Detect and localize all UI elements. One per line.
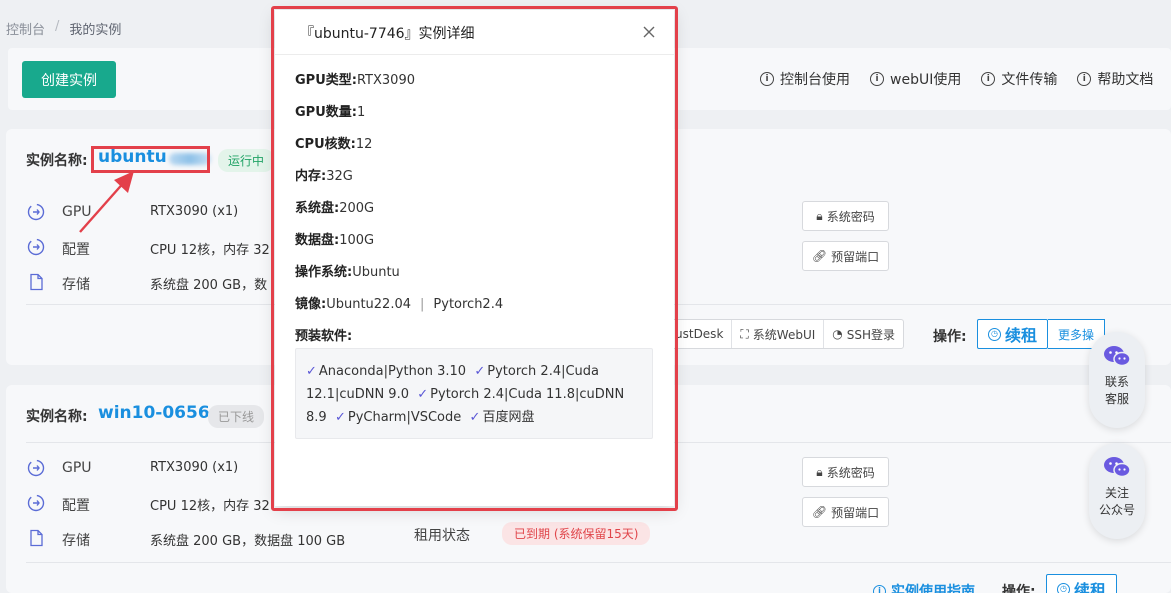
webui-button[interactable]: ⛶ 系统WebUI [732,320,825,348]
reserved-port-button[interactable]: 🔗︎ 预留端口 [802,241,889,271]
spec-label-storage: 存储 [62,533,90,549]
link-icon: 🔗︎ [811,249,828,263]
spec-value-gpu: RTX3090 (x1) [150,460,239,475]
info-icon: i [1077,72,1092,86]
spec-value-config: CPU 12核，内存 32 [150,243,270,258]
renew-button[interactable]: ◷ 续租 [977,319,1049,349]
spec-label-storage: 存储 [62,277,90,293]
expand-icon: ⛶ [740,326,749,341]
highlight-box [271,6,678,511]
wechat-icon [1104,346,1131,367]
ops-label: 操作: [933,329,967,345]
breadcrumb-root[interactable]: 控制台 [6,19,45,38]
spec-value-config: CPU 12核，内存 32 [150,499,270,514]
link-icon: 🔗︎ [811,505,828,519]
file-icon [30,273,43,291]
system-password-button[interactable]: 🔒︎ 系统密码 [802,201,889,231]
ops-label: 操作: [1002,584,1036,593]
spec-label-config: 配置 [62,242,90,258]
spec-label-config: 配置 [62,498,90,514]
status-badge: 已下线 [208,405,265,428]
instance-name-label: 实例名称: [26,153,88,169]
clock-icon: ◷ [988,327,1001,341]
create-instance-button[interactable]: 创建实例 [22,61,116,98]
gauge-icon: ◔ [832,327,843,341]
system-password-button[interactable]: 🔒︎ 系统密码 [802,457,889,487]
webui-usage-link[interactable]: i webUI使用 [870,69,961,89]
customer-service-button[interactable]: 联系 客服 [1089,332,1145,428]
breadcrumb-separator: / [55,19,60,34]
help-links: i 控制台使用 i webUI使用 i 文件传输 i 帮助文档 [760,69,1153,89]
lock-icon: 🔒︎ [816,464,823,479]
help-docs-link[interactable]: i 帮助文档 [1077,69,1153,89]
instance-name[interactable]: win10-0656 [98,403,210,423]
config-icon [27,494,45,512]
info-icon: i [870,72,884,86]
gpu-icon [27,459,45,477]
operation-bar: ustDesk ⛶ 系统WebUI ◔ SSH登录 [666,319,905,349]
card-divider [26,562,1171,563]
spec-value-gpu: RTX3090 (x1) [150,204,239,219]
spec-value-storage: 系统盘 200 GB，数 [150,278,268,293]
file-transfer-link[interactable]: i 文件传输 [981,69,1057,89]
config-icon [27,238,45,256]
lock-icon: 🔒︎ [816,208,823,223]
usage-guide-link[interactable]: i 实例使用指南 [873,581,975,593]
breadcrumb: 控制台 / 我的实例 [6,19,121,38]
file-icon [30,529,43,547]
wechat-icon [1104,457,1131,478]
arrow-annotation-icon [79,171,134,233]
spec-value-storage: 系统盘 200 GB，数据盘 100 GB [150,534,346,549]
follow-account-button[interactable]: 关注 公众号 [1089,443,1145,539]
spec-label-gpu: GPU [62,204,92,220]
console-usage-link[interactable]: i 控制台使用 [760,69,850,89]
spec-label-gpu: GPU [62,460,92,476]
reserved-port-button[interactable]: 🔗︎ 预留端口 [802,497,889,527]
status-badge: 运行中 [218,149,275,172]
renew-button[interactable]: ◷ 续租 [1046,574,1118,593]
rental-status-badge: 已到期 (系统保留15天) [502,522,651,545]
gpu-icon [27,203,45,221]
info-icon: i [873,584,886,593]
instance-name-label: 实例名称: [26,409,88,425]
breadcrumb-current: 我的实例 [69,23,122,38]
clock-icon: ◷ [1057,582,1070,593]
info-icon: i [760,72,774,86]
ssh-login-button[interactable]: ◔ SSH登录 [824,320,903,348]
info-icon: i [981,72,996,86]
rental-status-label: 租用状态 [414,528,470,544]
